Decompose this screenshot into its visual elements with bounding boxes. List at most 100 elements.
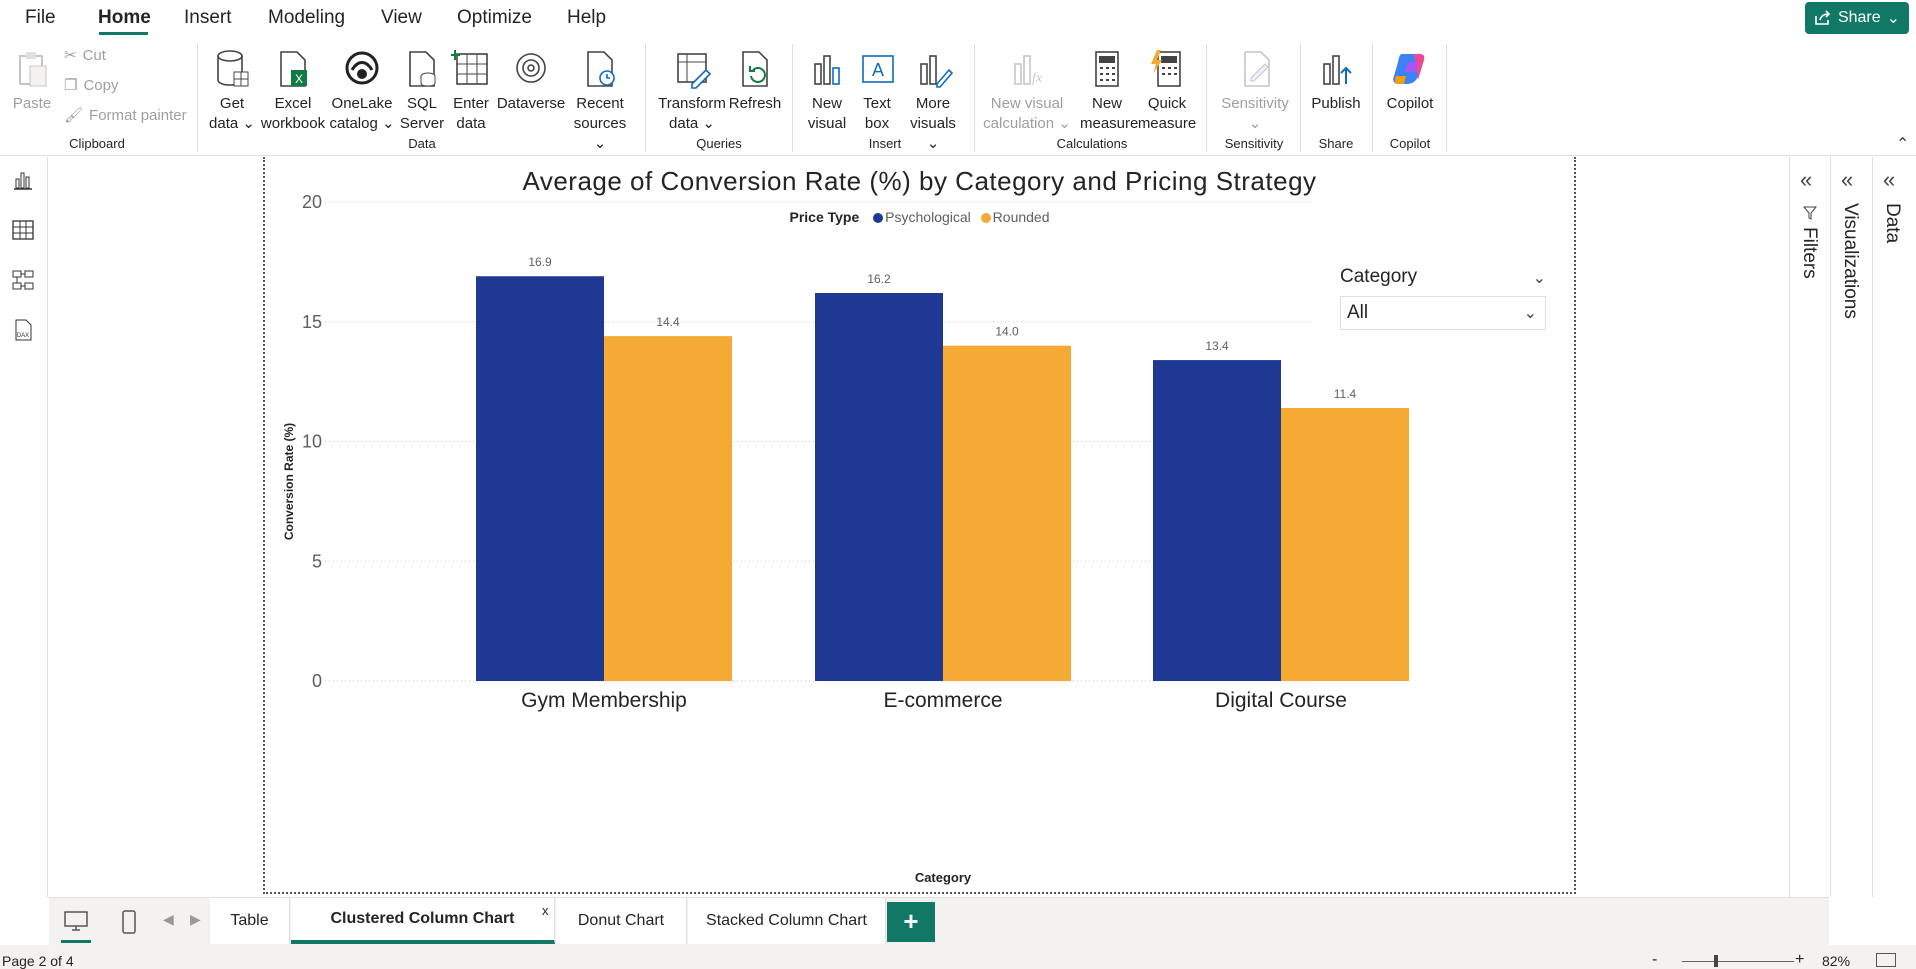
slicer-dropdown[interactable]: All ⌄	[1340, 296, 1546, 330]
copilot-icon	[1393, 54, 1425, 84]
menu-bar: File Home Insert Modeling View Optimize …	[0, 0, 1916, 36]
transform-icon	[677, 53, 712, 89]
expand-visualizations-icon[interactable]: «	[1841, 167, 1853, 193]
publish-button[interactable]: Publish	[1306, 48, 1366, 114]
category-slicer[interactable]: Category ⌄ All ⌄	[1340, 266, 1548, 330]
data-label: 16.9	[528, 255, 552, 269]
add-page-button[interactable]: +	[887, 902, 935, 942]
sql-server-button[interactable]: SQL Server	[398, 48, 446, 134]
onelake-catalog-button[interactable]: OneLake catalog ⌄	[328, 48, 396, 134]
bar-psychological-e-commerce[interactable]	[815, 293, 943, 681]
zoom-slider[interactable]	[1682, 961, 1794, 962]
expand-data-icon[interactable]: «	[1883, 167, 1895, 193]
menu-help[interactable]: Help	[567, 7, 606, 29]
get-data-button[interactable]: Get data ⌄	[206, 48, 258, 134]
zoom-level: 82%	[1822, 953, 1851, 969]
zoom-in-icon[interactable]: +	[1795, 951, 1804, 969]
clipboard-group-label: Clipboard	[69, 136, 125, 151]
bar-rounded-gym-membership[interactable]	[604, 336, 732, 681]
next-page-icon[interactable]: ▶	[190, 911, 201, 928]
tab-stacked-column-chart[interactable]: Stacked Column Chart	[688, 898, 886, 944]
onelake-icon	[345, 51, 379, 85]
visualizations-pane[interactable]: « Visualizations	[1830, 157, 1870, 897]
refresh-button[interactable]: Refresh	[728, 48, 782, 114]
text-box-button[interactable]: A Text box	[852, 48, 902, 134]
model-view-icon[interactable]	[10, 267, 36, 293]
expand-filters-icon[interactable]: «	[1800, 167, 1812, 193]
format-painter-button[interactable]: 🖌 Format painter	[64, 106, 187, 125]
sql-server-icon	[409, 51, 436, 87]
ribbon-separator	[645, 44, 646, 152]
copy-button[interactable]: ❐ Copy	[64, 76, 118, 95]
cut-button[interactable]: ✂ Cut	[64, 46, 106, 65]
quick-measure-button[interactable]: Quick measure	[1136, 48, 1198, 134]
paste-icon	[19, 52, 47, 87]
ribbon-separator	[792, 44, 793, 152]
bar-psychological-digital-course[interactable]	[1153, 360, 1281, 681]
paste-button[interactable]: Paste	[10, 48, 54, 114]
y-tick-label: 15	[302, 312, 322, 332]
new-visual-button[interactable]: New visual	[802, 48, 852, 134]
mobile-layout-icon[interactable]	[121, 910, 137, 934]
tab-clustered-column-chart[interactable]: Clustered Column Chart	[291, 898, 555, 944]
ribbon-separator	[197, 44, 198, 152]
visual-calculation-icon: fx	[1014, 55, 1043, 86]
report-view-icon[interactable]	[10, 167, 36, 193]
bar-psychological-gym-membership[interactable]	[476, 276, 604, 681]
chevron-down-icon[interactable]: ⌄	[1533, 268, 1546, 288]
status-bar: Page 2 of 4 - + 82%	[0, 945, 1916, 969]
share-icon	[1815, 10, 1831, 25]
share-button[interactable]: Share ⌄	[1805, 2, 1909, 34]
share-label: Share	[1837, 9, 1881, 26]
table-view-icon[interactable]	[10, 217, 36, 243]
data-pane-label: Data	[1882, 203, 1903, 244]
menu-view[interactable]: View	[381, 7, 422, 29]
new-visual-calculation-button[interactable]: fx New visual calculation ⌄	[982, 48, 1072, 134]
data-pane[interactable]: « Data	[1872, 157, 1916, 897]
dax-query-view-icon[interactable]: DAX	[10, 317, 36, 343]
svg-text:A: A	[872, 60, 884, 80]
bar-rounded-digital-course[interactable]	[1281, 407, 1409, 681]
menu-optimize[interactable]: Optimize	[457, 7, 532, 29]
copilot-button[interactable]: Copilot	[1380, 48, 1440, 114]
close-tab-icon[interactable]: x	[542, 903, 549, 918]
fit-to-page-icon[interactable]	[1876, 953, 1896, 967]
copy-icon: ❐	[64, 77, 78, 94]
zoom-slider-thumb[interactable]	[1713, 955, 1718, 967]
filters-pane[interactable]: « Filters	[1789, 157, 1829, 897]
excel-workbook-button[interactable]: X Excel workbook	[258, 48, 328, 134]
zoom-out-icon[interactable]: -	[1652, 951, 1657, 969]
sensitivity-button[interactable]: Sensitivity ⌄	[1216, 48, 1294, 134]
previous-page-icon[interactable]: ◀	[163, 911, 174, 928]
table-grid-icon	[451, 50, 488, 85]
menu-file[interactable]: File	[25, 7, 56, 29]
recent-sources-icon	[587, 51, 615, 87]
more-visuals-button[interactable]: More visuals ⌄	[902, 48, 964, 154]
x-tick-label: Digital Course	[1215, 689, 1347, 712]
recent-sources-button[interactable]: Recent sources ⌄	[566, 48, 634, 154]
svg-text:X: X	[295, 72, 303, 86]
copilot-group-label: Copilot	[1389, 136, 1431, 151]
scissors-icon: ✂	[64, 47, 77, 64]
desktop-layout-icon[interactable]	[63, 910, 89, 932]
menu-home[interactable]: Home	[98, 7, 151, 29]
menu-modeling[interactable]: Modeling	[268, 7, 345, 29]
ribbon-separator	[1300, 44, 1301, 152]
enter-data-button[interactable]: Enter data	[448, 48, 494, 134]
dataverse-button[interactable]: Dataverse	[496, 48, 566, 114]
menu-insert[interactable]: Insert	[184, 7, 232, 29]
collapse-ribbon-icon[interactable]: ⌃	[1896, 134, 1909, 154]
page-tab-bar: ◀ ▶ Table Clustered Column Chart x Donut…	[49, 897, 1829, 945]
transform-data-button[interactable]: Transform data ⌄	[656, 48, 728, 134]
svg-text:fx: fx	[1032, 71, 1043, 86]
filters-pane-label: Filters	[1799, 227, 1820, 279]
new-measure-button[interactable]: New measure	[1080, 48, 1138, 134]
bar-rounded-e-commerce[interactable]	[943, 345, 1071, 681]
sensitivity-icon	[1244, 51, 1270, 87]
slicer-title: Category	[1340, 266, 1418, 287]
data-label: 16.2	[867, 272, 891, 286]
new-visual-icon	[814, 55, 840, 85]
tab-donut-chart[interactable]: Donut Chart	[556, 898, 687, 944]
y-axis-label: Conversion Rate (%)	[282, 423, 296, 540]
tab-table[interactable]: Table	[210, 898, 290, 944]
